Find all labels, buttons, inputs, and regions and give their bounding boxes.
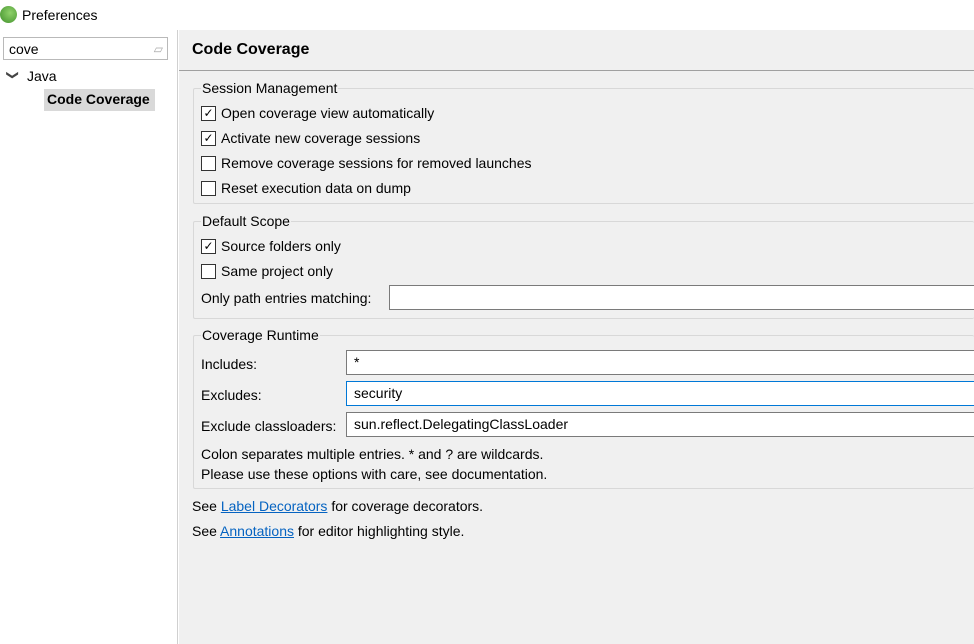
source-folders-only-checkbox[interactable]: ✓ Source folders only <box>201 238 341 254</box>
link-prefix: See <box>192 523 221 539</box>
excludes-input[interactable]: security <box>346 381 974 406</box>
link-prefix: See <box>192 498 221 514</box>
checkbox-label: Activate new coverage sessions <box>221 130 421 146</box>
preference-page: Code Coverage Session Management ✓ Open c… <box>179 30 974 644</box>
label-decorators-line: See Label Decorators for coverage decora… <box>192 498 483 514</box>
includes-label: Includes: <box>201 356 258 372</box>
page-title: Code Coverage <box>192 41 310 58</box>
divider <box>179 70 974 71</box>
classloaders-label: Exclude classloaders: <box>201 418 337 434</box>
classloaders-input[interactable]: sun.reflect.DelegatingClassLoader <box>346 412 974 437</box>
reset-execution-data-checkbox[interactable]: Reset execution data on dump <box>201 180 411 196</box>
checkbox[interactable] <box>201 263 216 279</box>
window-title: Preferences <box>22 7 98 23</box>
link-suffix: for editor highlighting style. <box>293 523 465 539</box>
wildcard-note: Colon separates multiple entries. * and … <box>201 446 544 462</box>
link-suffix: for coverage decorators. <box>327 498 484 514</box>
checkbox[interactable] <box>201 180 216 196</box>
excludes-label: Excludes: <box>201 387 262 403</box>
tree-item-code-coverage[interactable]: Code Coverage <box>44 89 155 111</box>
app-icon <box>0 6 17 23</box>
checkbox-label: Open coverage view automatically <box>221 105 435 121</box>
annotations-link[interactable]: Annotations <box>220 523 294 539</box>
default-scope-group: Default Scope ✓ Source folders only Same … <box>193 213 974 319</box>
group-label: Coverage Runtime <box>201 327 320 343</box>
filter-value: cove <box>9 41 39 57</box>
checkbox-label: Source folders only <box>221 238 341 254</box>
coverage-runtime-group: Coverage Runtime Includes: * Excludes: s… <box>193 327 974 489</box>
open-coverage-view-checkbox[interactable]: ✓ Open coverage view automatically <box>201 105 434 121</box>
activate-sessions-checkbox[interactable]: ✓ Activate new coverage sessions <box>201 130 420 146</box>
sidebar: cove ▱ ❯ Java Code Coverage <box>0 30 178 644</box>
label-decorators-link[interactable]: Label Decorators <box>221 498 328 514</box>
checkbox-label: Same project only <box>221 263 334 279</box>
checkbox[interactable]: ✓ <box>201 130 216 146</box>
title-bar: Preferences <box>0 0 974 30</box>
filter-input[interactable]: cove ▱ <box>3 37 168 60</box>
group-label: Default Scope <box>201 213 291 229</box>
care-note: Please use these options with care, see … <box>201 466 548 482</box>
checkbox[interactable]: ✓ <box>201 238 216 254</box>
path-entries-label: Only path entries matching: <box>201 290 372 306</box>
chevron-down-icon[interactable]: ❯ <box>6 70 20 80</box>
checkbox-label: Reset execution data on dump <box>221 180 411 196</box>
tree-item-java[interactable]: Java <box>27 68 57 84</box>
checkbox[interactable]: ✓ <box>201 105 216 121</box>
same-project-only-checkbox[interactable]: Same project only <box>201 263 333 279</box>
checkbox-label: Remove coverage sessions for removed lau… <box>221 155 532 171</box>
annotations-line: See Annotations for editor highlighting … <box>192 523 464 539</box>
includes-input[interactable]: * <box>346 350 974 375</box>
remove-sessions-checkbox[interactable]: Remove coverage sessions for removed lau… <box>201 155 532 171</box>
group-label: Session Management <box>201 80 339 96</box>
clear-filter-icon[interactable]: ▱ <box>154 42 163 56</box>
path-entries-input[interactable] <box>389 285 974 310</box>
session-management-group: Session Management ✓ Open coverage view a… <box>193 80 974 204</box>
checkbox[interactable] <box>201 155 216 171</box>
